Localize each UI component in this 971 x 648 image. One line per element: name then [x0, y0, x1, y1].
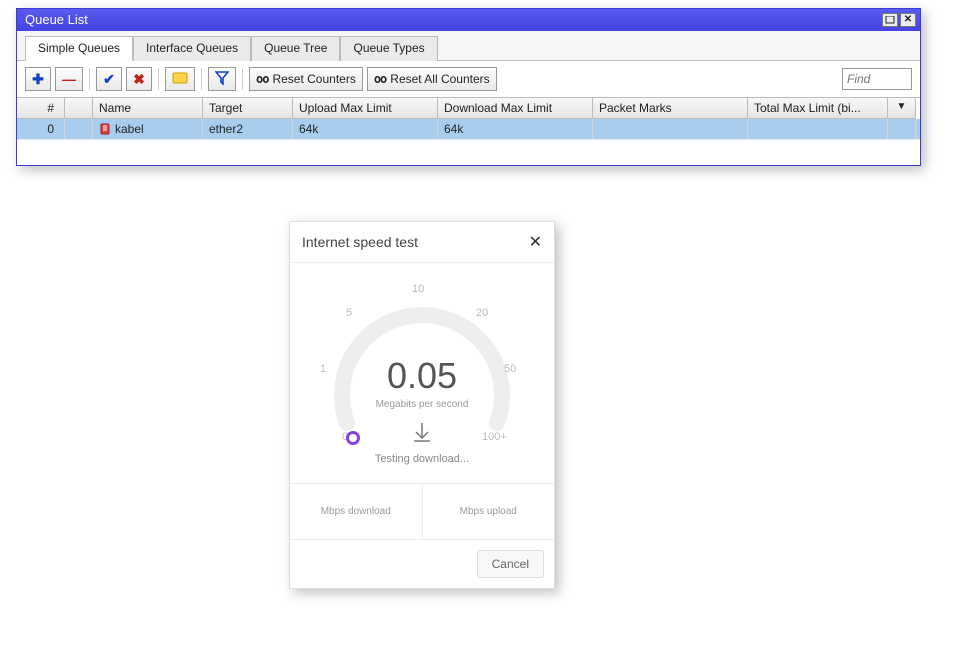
tick-5: 5	[346, 307, 352, 319]
col-upload[interactable]: Upload Max Limit	[293, 98, 438, 119]
plus-icon: ✚	[32, 71, 44, 88]
tick-100: 100+	[482, 431, 507, 443]
queue-list-window: Queue List ✕ Simple Queues Interface Que…	[16, 8, 921, 166]
speedtest-header: Internet speed test ✕	[290, 222, 554, 263]
speedtest-title: Internet speed test	[302, 234, 418, 250]
cell-total	[748, 119, 888, 139]
cell-packet-marks	[593, 119, 748, 139]
upload-result: Mbps upload	[422, 484, 555, 539]
tab-simple-queues[interactable]: Simple Queues	[25, 36, 133, 61]
minimize-button[interactable]	[882, 13, 898, 27]
col-target[interactable]: Target	[203, 98, 293, 119]
speedtest-footer: Cancel	[290, 539, 554, 588]
grid-empty	[17, 139, 920, 165]
tick-20: 20	[476, 307, 488, 319]
close-button[interactable]: ✕	[900, 13, 916, 27]
reset-counters-button[interactable]: oo Reset Counters	[249, 67, 363, 91]
results-row: Mbps download Mbps upload	[290, 483, 554, 539]
cell-name-text: kabel	[115, 122, 144, 136]
table-row[interactable]: 0 kabel ether2 64k 64k	[17, 119, 920, 139]
queue-icon	[99, 123, 111, 135]
gauge-status: Testing download...	[290, 453, 554, 465]
add-button[interactable]: ✚	[25, 67, 51, 91]
reset-counters-label: Reset Counters	[272, 72, 355, 86]
reset-all-counters-label: Reset All Counters	[390, 72, 489, 86]
gauge: 0 1 5 10 20 50 100+ 0.05 Megabits per se…	[290, 263, 554, 483]
find-input[interactable]	[842, 68, 912, 90]
x-icon: ✖	[133, 71, 145, 88]
gauge-unit: Megabits per second	[290, 399, 554, 410]
grid-header: # Name Target Upload Max Limit Download …	[17, 98, 920, 119]
remove-button[interactable]: —	[55, 67, 83, 91]
disable-button[interactable]: ✖	[126, 67, 152, 91]
cell-flag	[65, 119, 93, 139]
col-download[interactable]: Download Max Limit	[438, 98, 593, 119]
tabs: Simple Queues Interface Queues Queue Tre…	[17, 31, 920, 61]
enable-button[interactable]: ✔	[96, 67, 122, 91]
note-icon	[172, 72, 188, 87]
col-total[interactable]: Total Max Limit (bi...	[748, 98, 888, 119]
tick-10: 10	[412, 283, 424, 295]
tab-queue-types[interactable]: Queue Types	[340, 36, 437, 61]
grid: # Name Target Upload Max Limit Download …	[17, 97, 920, 165]
cell-download: 64k	[438, 119, 593, 139]
tab-interface-queues[interactable]: Interface Queues	[133, 36, 251, 61]
filter-button[interactable]	[208, 67, 236, 91]
cell-num: 0	[17, 119, 65, 139]
counter-icon: oo	[374, 72, 386, 86]
tab-queue-tree[interactable]: Queue Tree	[251, 36, 340, 61]
close-icon[interactable]: ✕	[529, 232, 542, 252]
col-name[interactable]: Name	[93, 98, 203, 119]
col-dropdown[interactable]: ▼	[888, 98, 916, 119]
toolbar: ✚ — ✔ ✖ oo Reset Counters oo Reset All C…	[17, 61, 920, 97]
download-arrow-icon	[411, 421, 433, 446]
window-title: Queue List	[25, 9, 88, 31]
col-num[interactable]: #	[17, 98, 65, 119]
check-icon: ✔	[103, 71, 115, 88]
cell-upload: 64k	[293, 119, 438, 139]
speedtest-card: Internet speed test ✕ 0 1 5 10 20 50 100…	[289, 221, 555, 589]
funnel-icon	[215, 71, 229, 88]
cell-drop	[888, 119, 916, 139]
separator	[158, 68, 159, 90]
minus-icon: —	[62, 71, 76, 87]
cell-target: ether2	[203, 119, 293, 139]
cancel-button[interactable]: Cancel	[477, 550, 544, 578]
col-flag[interactable]	[65, 98, 93, 119]
gauge-knob	[346, 431, 360, 445]
reset-all-counters-button[interactable]: oo Reset All Counters	[367, 67, 497, 91]
comment-button[interactable]	[165, 67, 195, 91]
cell-name: kabel	[93, 119, 203, 139]
gauge-value: 0.05	[290, 355, 554, 397]
download-result: Mbps download	[290, 484, 422, 539]
separator	[242, 68, 243, 90]
titlebar: Queue List ✕	[17, 9, 920, 31]
counter-icon: oo	[256, 72, 268, 86]
separator	[201, 68, 202, 90]
col-packet-marks[interactable]: Packet Marks	[593, 98, 748, 119]
separator	[89, 68, 90, 90]
